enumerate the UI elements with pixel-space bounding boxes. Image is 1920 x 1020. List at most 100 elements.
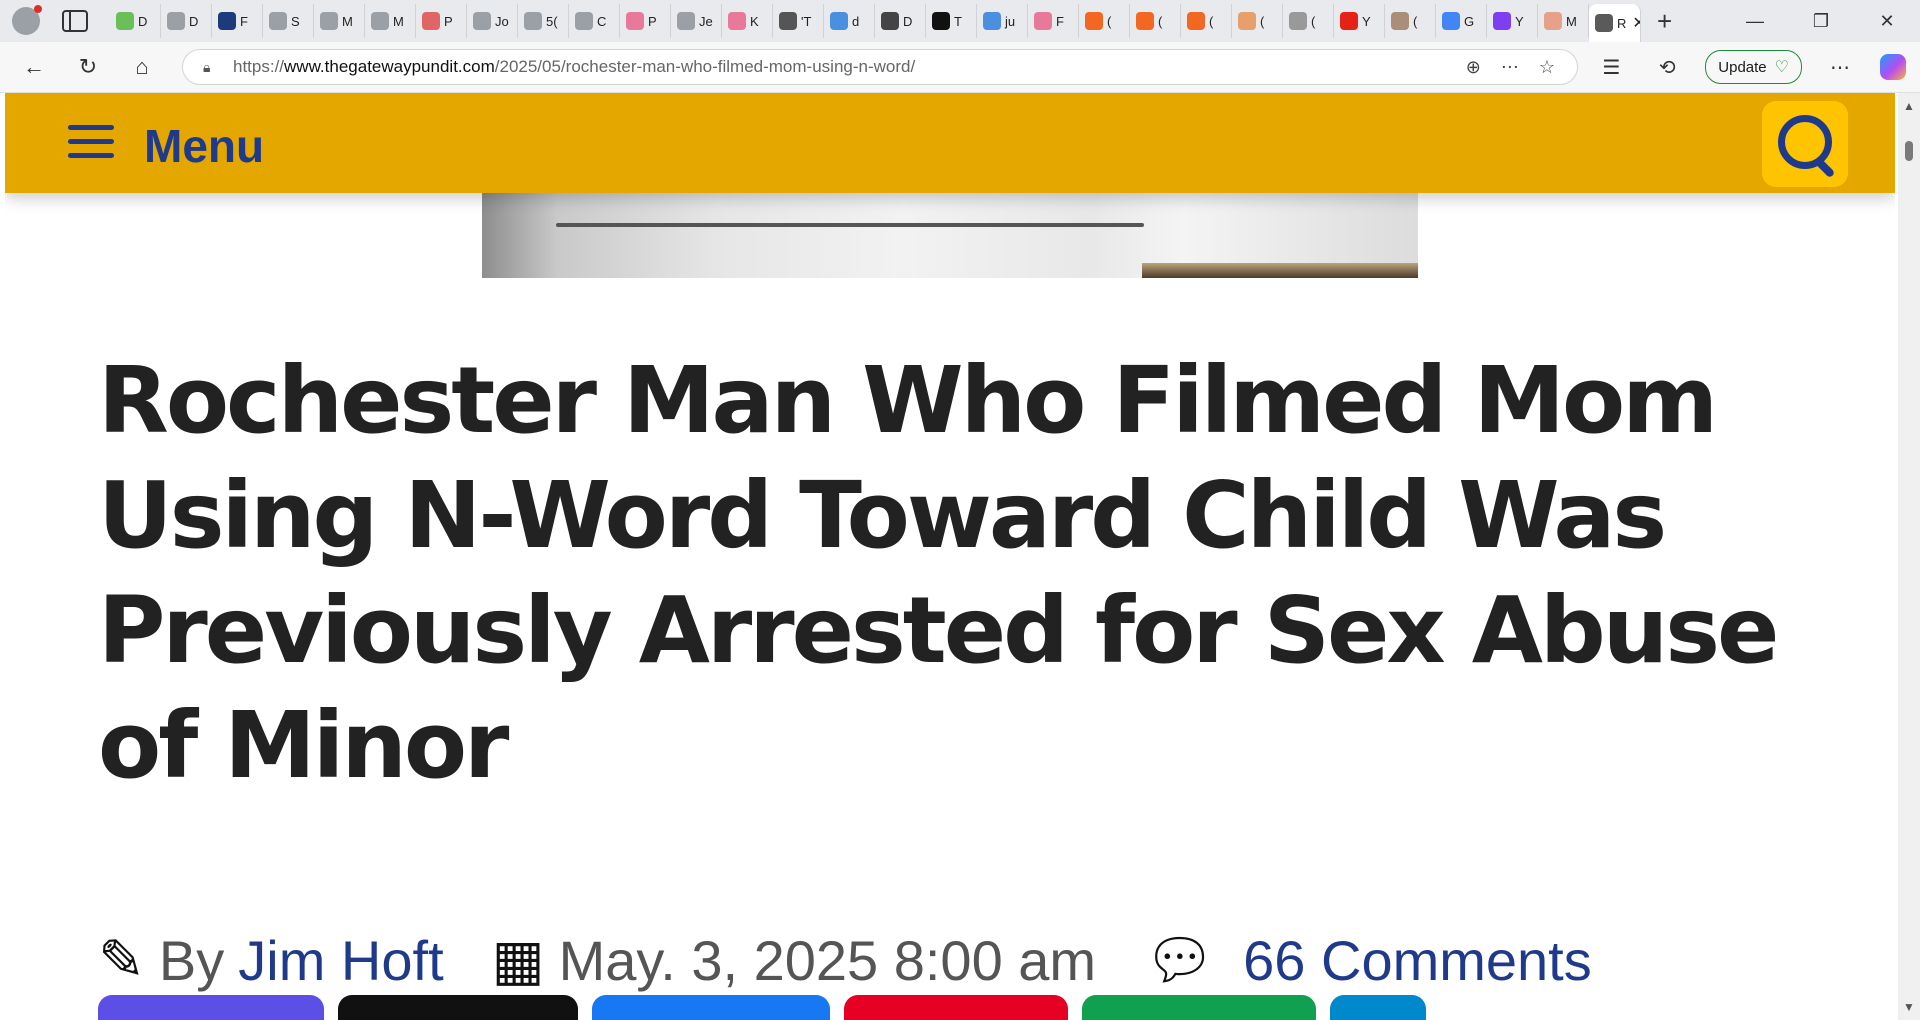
profile-avatar[interactable] [12, 5, 42, 35]
url-text[interactable]: https://www.thegatewaypundit.com/2025/05… [233, 57, 1466, 77]
close-window-button[interactable]: ✕ [1854, 0, 1920, 42]
menu-button[interactable]: Menu [144, 119, 264, 173]
browser-tab[interactable]: D [875, 4, 926, 38]
tab-label: ( [1413, 13, 1418, 29]
share-button-5[interactable] [1082, 995, 1316, 1020]
tab-label: M [1566, 13, 1577, 29]
tab-label: M [342, 13, 353, 29]
share-buttons [98, 995, 1426, 1020]
scroll-down-icon[interactable]: ▼ [1903, 1000, 1915, 1014]
tab-favicon-icon [371, 12, 389, 30]
lock-icon[interactable]: 🔒︎ [203, 59, 219, 75]
hamburger-icon[interactable] [68, 125, 114, 159]
author-link[interactable]: Jim Hoft [238, 928, 443, 993]
tab-favicon-icon [626, 12, 644, 30]
browser-tab[interactable]: D [110, 4, 161, 38]
browser-tab[interactable]: P [620, 4, 671, 38]
browser-tab[interactable]: ( [1385, 4, 1436, 38]
share-button-6[interactable] [1330, 995, 1426, 1020]
browser-tab[interactable]: T [926, 4, 977, 38]
tab-label: R [1617, 15, 1627, 31]
browser-tab[interactable]: Y [1487, 4, 1538, 38]
image-detail-line [556, 223, 1144, 227]
browser-tab[interactable]: M [365, 4, 416, 38]
update-button[interactable]: Update ♡ [1705, 50, 1802, 84]
back-button[interactable]: ← [14, 47, 54, 87]
tab-favicon-icon [320, 12, 338, 30]
reload-button[interactable]: ↻ [68, 47, 108, 87]
new-tab-button[interactable]: + [1657, 6, 1672, 37]
web-page: Menu Rochester Man Who Filmed Mom Using … [5, 93, 1895, 1020]
browser-tab[interactable]: 5( [518, 4, 569, 38]
browser-tab[interactable]: Je [671, 4, 722, 38]
tab-favicon-icon [779, 12, 797, 30]
tab-favicon-icon [422, 12, 440, 30]
browser-tab[interactable]: F [212, 4, 263, 38]
reload-icon: ↻ [78, 54, 98, 79]
tab-favicon-icon [830, 12, 848, 30]
site-header: Menu [5, 93, 1895, 193]
tab-label: ( [1260, 13, 1265, 29]
comments-link[interactable]: 66 Comments [1243, 928, 1592, 993]
close-tab-icon[interactable]: ✕ [1632, 13, 1640, 33]
browser-tab[interactable]: d [824, 4, 875, 38]
browser-tab[interactable]: F [1028, 4, 1079, 38]
browser-tab[interactable]: C [569, 4, 620, 38]
share-button-1[interactable] [98, 995, 324, 1020]
tab-actions-icon[interactable] [62, 10, 88, 32]
window-controls: — ❐ ✕ [1722, 0, 1920, 42]
tab-label: Jo [495, 13, 509, 29]
scroll-thumb[interactable] [1905, 141, 1913, 161]
browser-tab[interactable]: G [1436, 4, 1487, 38]
tab-favicon-icon [218, 12, 236, 30]
tab-favicon-icon [116, 12, 134, 30]
settings-more-icon[interactable]: ⋯ [1822, 55, 1858, 80]
tab-label: T [954, 13, 962, 29]
browser-tab[interactable]: ( [1232, 4, 1283, 38]
scroll-up-icon[interactable]: ▲ [1903, 99, 1915, 113]
restore-button[interactable]: ❐ [1788, 0, 1854, 42]
tab-favicon-icon [1340, 12, 1358, 30]
url-prefix: https:// [233, 57, 285, 76]
tab-favicon-icon [1187, 12, 1205, 30]
minimize-button[interactable]: — [1722, 0, 1788, 42]
tab-label: ( [1158, 13, 1163, 29]
favorites-icon[interactable]: ☰ [1593, 55, 1629, 80]
browser-tab[interactable]: ( [1130, 4, 1181, 38]
back-icon: ← [23, 54, 45, 79]
browser-tab[interactable]: ( [1079, 4, 1130, 38]
home-button[interactable]: ⌂ [122, 47, 162, 87]
tab-favicon-icon [677, 12, 695, 30]
browser-tab[interactable]: M [1538, 4, 1589, 38]
tab-label: D [138, 13, 148, 29]
address-bar[interactable]: 🔒︎ https://www.thegatewaypundit.com/2025… [182, 49, 1578, 85]
browser-tab[interactable]: 'T [773, 4, 824, 38]
image-detail-edge [1142, 263, 1418, 278]
copilot-icon[interactable] [1880, 54, 1906, 80]
url-domain: www.thegatewaypundit.com [284, 57, 495, 76]
search-button[interactable] [1762, 101, 1848, 187]
tab-favicon-icon [575, 12, 593, 30]
more-tools-icon[interactable]: ⋯ [1501, 57, 1519, 78]
active-browser-tab[interactable]: R✕ [1589, 4, 1641, 42]
history-icon[interactable]: ⟲ [1649, 55, 1685, 80]
browser-tab[interactable]: Jo [467, 4, 518, 38]
browser-tab[interactable]: ( [1181, 4, 1232, 38]
zoom-icon[interactable]: ⊕ [1466, 57, 1481, 78]
tab-favicon-icon [1493, 12, 1511, 30]
browser-tab[interactable]: Y [1334, 4, 1385, 38]
browser-tab[interactable]: ju [977, 4, 1028, 38]
browser-tab[interactable]: P [416, 4, 467, 38]
share-button-2[interactable] [338, 995, 578, 1020]
article-title: Rochester Man Who Filmed Mom Using N-Wor… [98, 347, 1779, 799]
share-button-3[interactable] [592, 995, 830, 1020]
page-scrollbar[interactable]: ▲ ▼ [1898, 93, 1920, 1020]
browser-tab[interactable]: ( [1283, 4, 1334, 38]
tab-label: ( [1209, 13, 1214, 29]
browser-tab[interactable]: M [314, 4, 365, 38]
browser-tab[interactable]: S [263, 4, 314, 38]
browser-tab[interactable]: D [161, 4, 212, 38]
browser-tab[interactable]: K [722, 4, 773, 38]
share-button-4[interactable] [844, 995, 1068, 1020]
favorite-star-icon[interactable]: ☆ [1539, 57, 1555, 78]
